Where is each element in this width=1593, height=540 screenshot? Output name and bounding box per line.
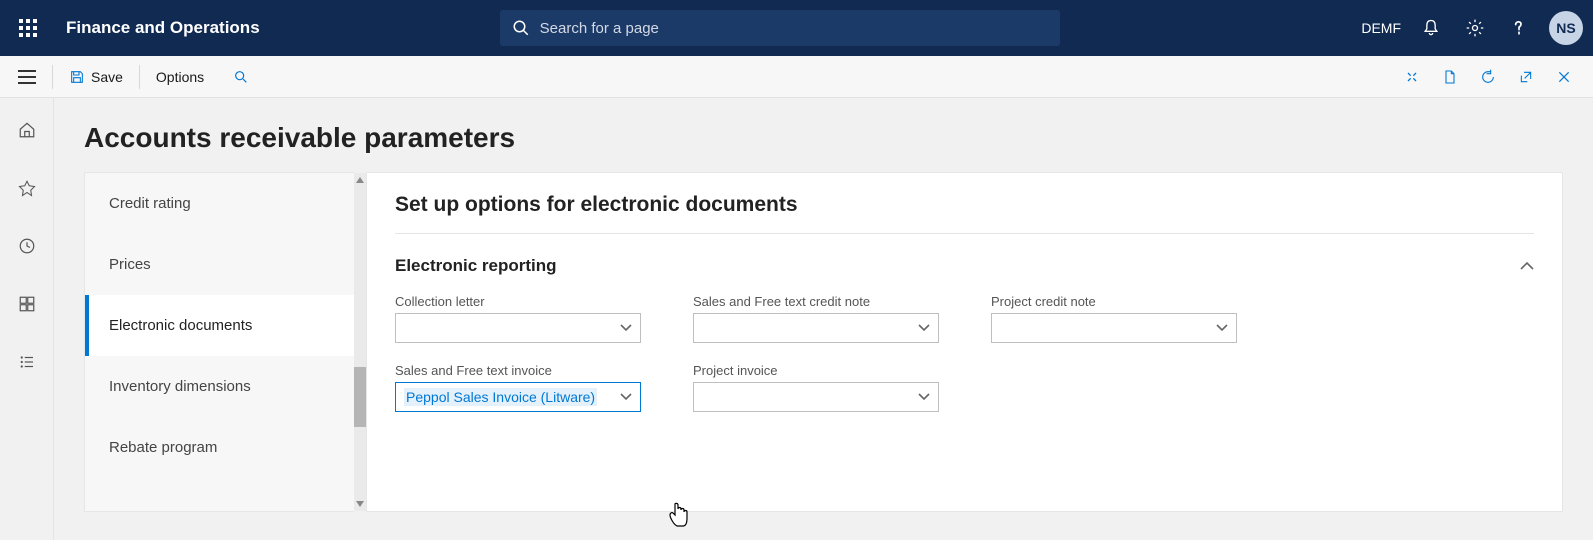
module-nav xyxy=(0,98,54,540)
grid-icon xyxy=(18,295,36,313)
waffle-icon xyxy=(18,18,38,38)
scroll-track[interactable] xyxy=(354,187,366,497)
chevron-down-icon xyxy=(918,393,930,401)
toolbar-divider xyxy=(139,65,140,89)
help-button[interactable] xyxy=(1499,0,1539,56)
nav-favorites-button[interactable] xyxy=(9,170,45,206)
close-icon xyxy=(1556,69,1572,85)
document-icon xyxy=(1442,69,1458,85)
field-label: Collection letter xyxy=(395,294,641,309)
field-label: Sales and Free text invoice xyxy=(395,363,641,378)
detail-title: Set up options for electronic documents xyxy=(395,193,1534,234)
options-label: Options xyxy=(156,69,204,85)
sidepanel-item-prices[interactable]: Prices xyxy=(85,234,354,295)
sidepanel-scrollbar[interactable] xyxy=(354,173,366,511)
gear-icon xyxy=(1465,18,1485,38)
field-label: Project invoice xyxy=(693,363,939,378)
detail-panel: Set up options for electronic documents … xyxy=(366,172,1563,512)
page-toolbar: Save Options xyxy=(0,56,1593,98)
nav-home-button[interactable] xyxy=(9,112,45,148)
global-search[interactable] xyxy=(500,10,1060,46)
fields-grid: Collection letter Sales and Free text cr… xyxy=(395,294,1534,412)
field-sales-credit-note: Sales and Free text credit note xyxy=(693,294,939,343)
sidepanel-item-rebate-program[interactable]: Rebate program xyxy=(85,417,354,478)
select-project-invoice[interactable] xyxy=(693,382,939,412)
chevron-up-icon xyxy=(1520,261,1534,271)
close-button[interactable] xyxy=(1545,56,1583,98)
page-title: Accounts receivable parameters xyxy=(84,122,1563,154)
user-avatar[interactable]: NS xyxy=(1549,11,1583,45)
bell-icon xyxy=(1421,18,1441,38)
chevron-down-icon xyxy=(620,324,632,332)
home-icon xyxy=(18,121,36,139)
header-utilities: DEMF NS xyxy=(1361,0,1593,56)
star-icon xyxy=(18,179,36,197)
save-button[interactable]: Save xyxy=(55,56,137,98)
field-project-credit-note: Project credit note xyxy=(991,294,1237,343)
app-launcher-button[interactable] xyxy=(0,0,56,56)
scroll-down-button[interactable] xyxy=(354,497,366,511)
toolbar-divider xyxy=(52,65,53,89)
popout-button[interactable] xyxy=(1507,56,1545,98)
group-title: Electronic reporting xyxy=(395,256,557,276)
nav-workspaces-button[interactable] xyxy=(9,286,45,322)
hamburger-icon xyxy=(18,70,36,84)
save-icon xyxy=(69,69,85,85)
search-input[interactable] xyxy=(540,20,1048,37)
select-sales-credit-note[interactable] xyxy=(693,313,939,343)
options-button[interactable]: Options xyxy=(142,56,218,98)
attachments-button[interactable] xyxy=(1431,56,1469,98)
search-icon xyxy=(233,69,249,85)
app-brand-label: Finance and Operations xyxy=(56,18,260,38)
nav-modules-button[interactable] xyxy=(9,344,45,380)
refresh-icon xyxy=(1480,69,1496,85)
content-row: Credit rating Prices Electronic document… xyxy=(84,172,1563,512)
nav-recent-button[interactable] xyxy=(9,228,45,264)
company-label[interactable]: DEMF xyxy=(1361,20,1407,36)
notifications-button[interactable] xyxy=(1411,0,1451,56)
field-collection-letter: Collection letter xyxy=(395,294,641,343)
main-content: Accounts receivable parameters Credit ra… xyxy=(54,98,1593,540)
parameter-tabs: Credit rating Prices Electronic document… xyxy=(84,172,354,512)
group-header[interactable]: Electronic reporting xyxy=(395,256,1534,276)
toolbar-actions xyxy=(1393,56,1593,98)
sidepanel-item-electronic-documents[interactable]: Electronic documents xyxy=(85,295,354,356)
scroll-up-button[interactable] xyxy=(354,173,366,187)
personalize-button[interactable] xyxy=(1393,56,1431,98)
select-value: Peppol Sales Invoice (Litware) xyxy=(404,388,597,406)
settings-button[interactable] xyxy=(1455,0,1495,56)
chevron-down-icon xyxy=(620,393,632,401)
field-sales-invoice: Sales and Free text invoice Peppol Sales… xyxy=(395,363,641,412)
sidepanel-item-inventory-dimensions[interactable]: Inventory dimensions xyxy=(85,356,354,417)
search-icon xyxy=(512,19,530,37)
save-label: Save xyxy=(91,69,123,85)
app-header: Finance and Operations DEMF NS xyxy=(0,0,1593,56)
select-collection-letter[interactable] xyxy=(395,313,641,343)
toolbar-search-button[interactable] xyxy=(218,56,264,98)
question-icon xyxy=(1509,18,1529,38)
sparkle-icon xyxy=(1404,69,1420,85)
field-label: Project credit note xyxy=(991,294,1237,309)
list-icon xyxy=(18,353,36,371)
chevron-down-icon xyxy=(356,501,364,507)
select-project-credit-note[interactable] xyxy=(991,313,1237,343)
scroll-thumb[interactable] xyxy=(354,367,366,427)
field-project-invoice: Project invoice xyxy=(693,363,939,412)
select-sales-invoice[interactable]: Peppol Sales Invoice (Litware) xyxy=(395,382,641,412)
clock-icon xyxy=(18,237,36,255)
popout-icon xyxy=(1518,69,1534,85)
nav-toggle-button[interactable] xyxy=(4,56,50,98)
field-label: Sales and Free text credit note xyxy=(693,294,939,309)
chevron-down-icon xyxy=(918,324,930,332)
sidepanel-item-credit-rating[interactable]: Credit rating xyxy=(85,173,354,234)
collapse-button[interactable] xyxy=(1520,261,1534,271)
chevron-down-icon xyxy=(1216,324,1228,332)
refresh-button[interactable] xyxy=(1469,56,1507,98)
chevron-up-icon xyxy=(356,177,364,183)
